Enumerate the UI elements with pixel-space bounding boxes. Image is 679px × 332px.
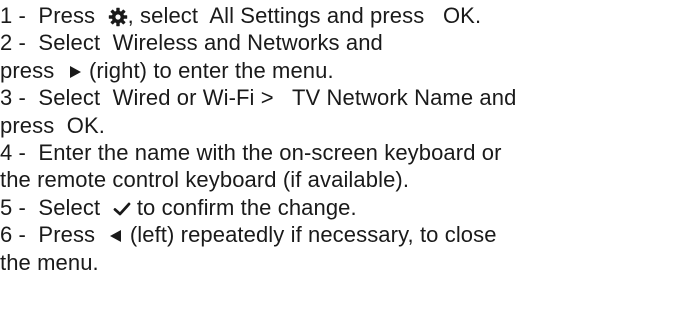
- instructions-document: 1 - Press , select All Settings and pres…: [0, 0, 679, 276]
- keyword-tv-network-name: TV Network Name: [291, 85, 474, 111]
- step-1-line-1: 1 - Press , select All Settings and pres…: [0, 2, 679, 29]
- step-4-line-2: the remote control keyboard (if availabl…: [0, 166, 679, 193]
- step-2-line-1: 2 - Select Wireless and Networks and: [0, 29, 679, 56]
- arrow-left-icon: [108, 228, 124, 244]
- step-text: Select: [38, 30, 101, 56]
- step-text: .: [474, 3, 482, 28]
- keyword-wireless-networks: Wireless and Networks: [112, 30, 340, 56]
- gear-icon: [108, 7, 128, 27]
- step-text: the menu.: [0, 249, 99, 275]
- step-text: press: [0, 112, 55, 138]
- step-text: >: [260, 85, 274, 111]
- step-text: press: [0, 57, 55, 83]
- step-number: 2 -: [0, 30, 26, 56]
- step-5-line-1: 5 - Select to confirm the change.: [0, 194, 679, 221]
- keyword-all-settings: All Settings: [209, 3, 321, 28]
- step-text: and press: [326, 3, 425, 28]
- step-6-line-1: 6 - Press (left) repeatedly if necessary…: [0, 221, 679, 248]
- step-text: (right) to enter the menu.: [88, 57, 334, 83]
- step-number: 1 -: [0, 3, 26, 28]
- checkmark-icon: [113, 201, 131, 217]
- step-text: Select: [38, 194, 101, 220]
- step-text: Enter the name with the on-screen keyboa…: [38, 139, 502, 165]
- step-text: the remote control keyboard (if availabl…: [0, 167, 410, 193]
- keyword-ok: OK: [442, 3, 475, 28]
- step-number: 5 -: [0, 194, 26, 220]
- step-text: .: [98, 112, 105, 138]
- step-text: (left) repeatedly if necessary, to close: [129, 222, 497, 248]
- keyword-ok: OK: [66, 112, 99, 138]
- step-2-line-2: press (right) to enter the menu.: [0, 57, 679, 84]
- step-text: , select: [127, 3, 199, 28]
- step-text: to confirm the change.: [136, 194, 357, 220]
- step-number: 3 -: [0, 85, 26, 111]
- step-3-line-1: 3 - Select Wired or Wi-Fi > TV Network N…: [0, 84, 679, 111]
- keyword-wired-wifi: Wired or Wi-Fi: [112, 85, 255, 111]
- step-text: Press: [38, 3, 96, 28]
- step-text: and: [345, 30, 383, 56]
- step-number: 4 -: [0, 139, 26, 165]
- step-6-line-2: the menu.: [0, 249, 679, 276]
- step-text: Press: [38, 222, 96, 248]
- step-3-line-2: press OK.: [0, 112, 679, 139]
- arrow-right-icon: [67, 64, 83, 80]
- step-4-line-1: 4 - Enter the name with the on-screen ke…: [0, 139, 679, 166]
- step-number: 6 -: [0, 222, 26, 248]
- step-text: and: [479, 85, 517, 111]
- step-text: Select: [38, 85, 101, 111]
